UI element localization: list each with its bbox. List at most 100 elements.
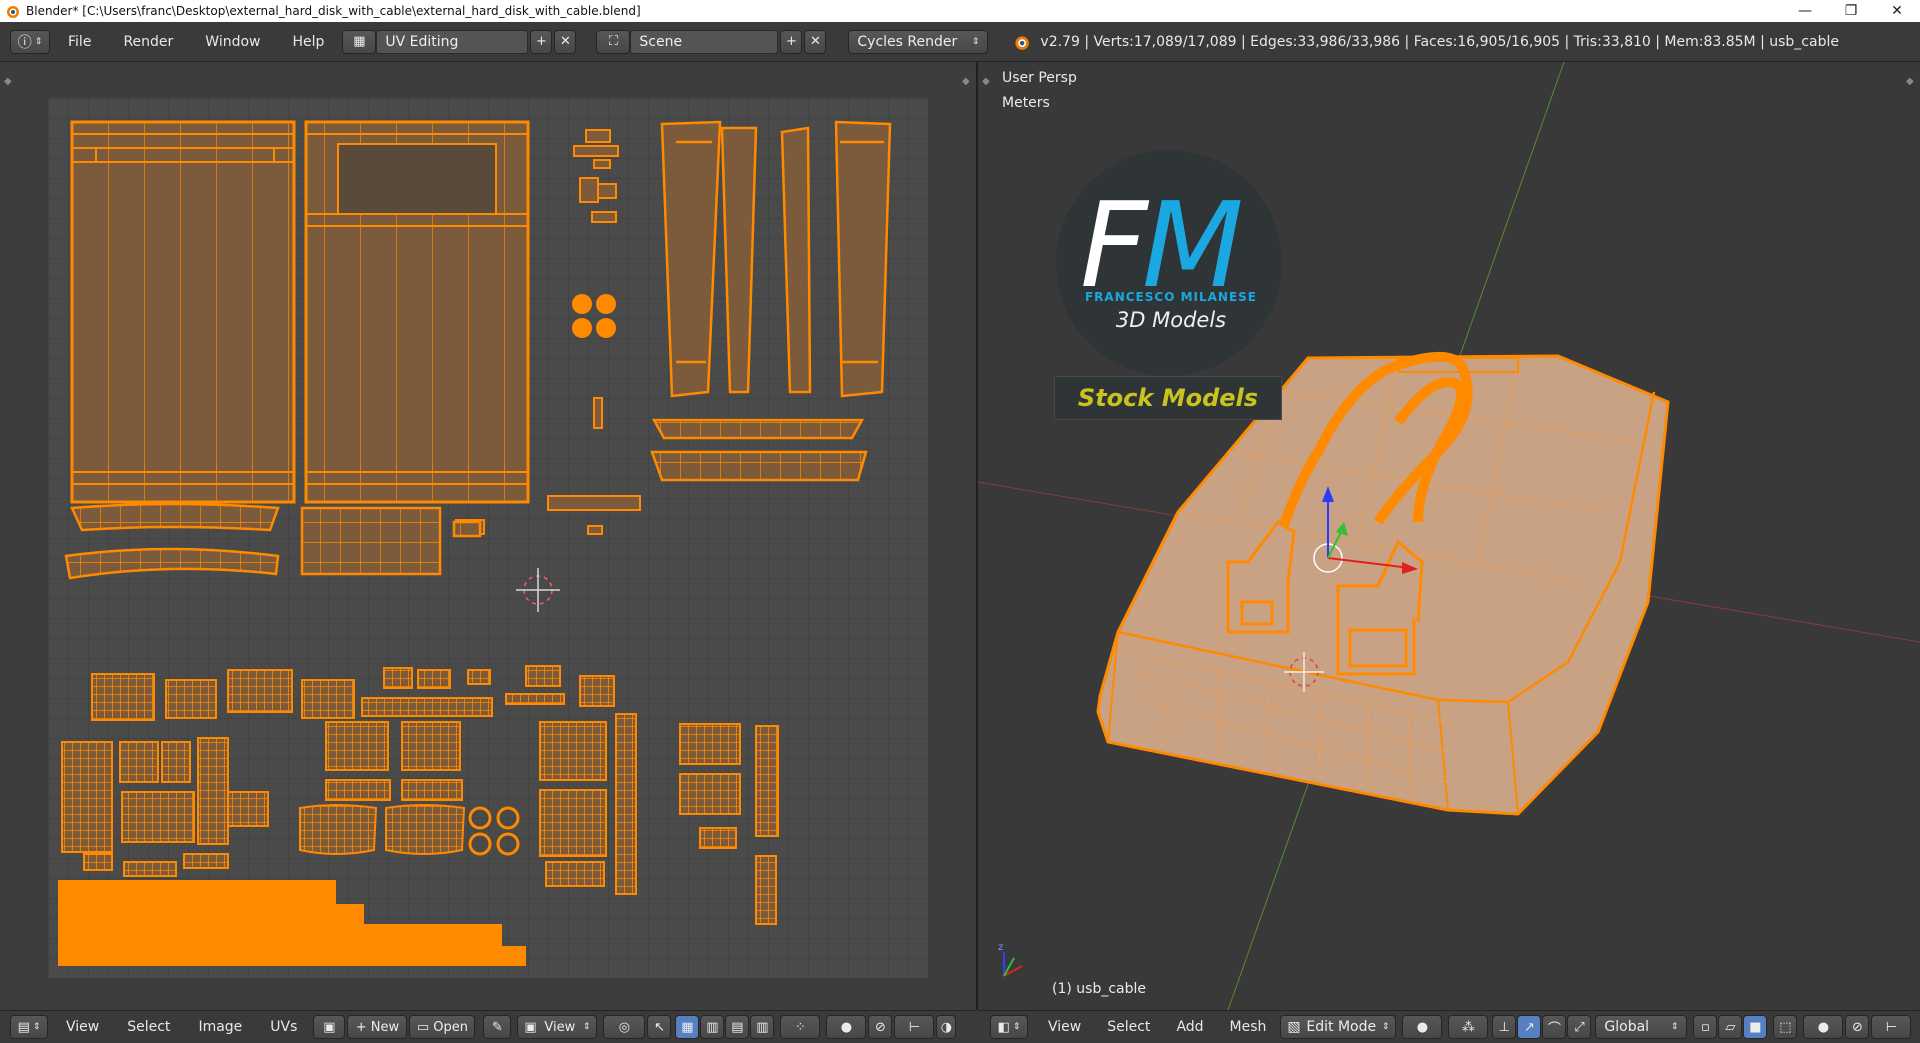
snap-target-dropdown[interactable]: ⊢ <box>1871 1015 1912 1039</box>
mode-label: Edit Mode <box>1306 1019 1377 1035</box>
vertex-select-mode[interactable]: ▫ <box>1693 1015 1718 1039</box>
restore-button[interactable]: ❐ <box>1828 0 1874 22</box>
3d-menu-view[interactable]: View <box>1048 1019 1081 1035</box>
magnet-icon: ⊘ <box>874 1019 886 1035</box>
uv-2d-cursor[interactable] <box>516 568 560 612</box>
render-engine-label: Cycles Render <box>857 33 958 50</box>
sync-selection-toggle[interactable]: ↖ <box>647 1015 672 1039</box>
cube-icon: ◧ <box>997 1019 1010 1035</box>
uv-island-bottom-panel <box>304 120 530 504</box>
window-titlebar: Blender* [C:\Users\franc\Desktop\externa… <box>0 0 1920 22</box>
snap-3d-toggle[interactable]: ⊘ <box>1845 1015 1870 1039</box>
rotate-manipulator-toggle[interactable]: ⌒ <box>1542 1015 1567 1039</box>
uv-menu-uvs[interactable]: UVs <box>270 1019 297 1035</box>
cursor-icon: ↖ <box>653 1019 665 1035</box>
render-engine-dropdown[interactable]: Cycles Render ⇕ <box>848 29 989 54</box>
menu-help[interactable]: Help <box>292 34 324 50</box>
delete-screen-button[interactable]: ✕ <box>554 29 577 54</box>
menu-render[interactable]: Render <box>123 34 173 50</box>
sticky-mode-dropdown[interactable]: ⁘ <box>780 1015 821 1039</box>
edge-select-mode[interactable]: ▱ <box>1718 1015 1743 1039</box>
pin-icon: ✎ <box>491 1019 503 1035</box>
layer-icon: ◑ <box>940 1019 953 1035</box>
editor-type-uv-button[interactable]: ▤ ⇕ <box>10 1015 48 1039</box>
area-corner-icon[interactable]: ◆ <box>1906 76 1914 87</box>
layout-grid-icon: ▦ <box>353 34 366 49</box>
uv-island-curved-trims <box>64 502 482 580</box>
snap-element-dropdown[interactable]: ⊢ <box>894 1015 935 1039</box>
transform-orientation-dropdown[interactable]: Global ⇕ <box>1595 1015 1688 1039</box>
uv-island-cable-strip <box>58 880 526 966</box>
scene-selector[interactable]: ⛶ <box>596 29 631 54</box>
minimize-button[interactable]: — <box>1782 0 1828 22</box>
scene-statistics: v2.79 | Verts:17,089/17,089 | Edges:33,9… <box>1040 33 1839 50</box>
uv-menu-select[interactable]: Select <box>127 1019 170 1035</box>
new-image-label: New <box>370 1019 400 1035</box>
svg-text:z: z <box>998 942 1003 953</box>
area-corner-icon[interactable]: ◆ <box>4 76 12 87</box>
3d-menu-mesh[interactable]: Mesh <box>1230 1019 1267 1035</box>
pin-image-button[interactable]: ✎ <box>483 1015 512 1039</box>
manipulator-toggle[interactable]: ⊥ <box>1492 1015 1517 1039</box>
chevron-updown-icon: ⇕ <box>971 36 980 47</box>
view-mode-label: View <box>544 1019 576 1035</box>
area-corner-icon[interactable]: ◆ <box>962 76 970 87</box>
editor-type-3d-button[interactable]: ◧ ⇕ <box>990 1015 1028 1039</box>
3d-menu-select[interactable]: Select <box>1107 1019 1150 1035</box>
island-select-icon: ▥ <box>756 1019 769 1035</box>
limit-selection-toggle[interactable]: ⬚ <box>1773 1015 1798 1039</box>
snap-icon: ⊢ <box>1885 1019 1898 1035</box>
menu-file[interactable]: File <box>68 34 91 50</box>
uv-menu-view[interactable]: View <box>66 1019 99 1035</box>
open-image-button[interactable]: ▭ Open <box>409 1015 476 1039</box>
pivot-point-dropdown[interactable]: ⁂ <box>1448 1015 1489 1039</box>
uv-menu-image[interactable]: Image <box>198 1019 242 1035</box>
manipulator-icon: ⊥ <box>1498 1019 1511 1035</box>
info-icon: ⓘ <box>17 34 32 51</box>
magnet-icon: ⊘ <box>1851 1019 1863 1035</box>
uv-image-editor[interactable]: ◆ ◆ <box>0 62 976 1010</box>
close-icon: ✕ <box>559 34 571 49</box>
uv-view-mode-dropdown[interactable]: ▣ View ⇕ <box>517 1015 598 1039</box>
edge-select-toggle[interactable]: ▥ <box>700 1015 725 1039</box>
plus-icon: + <box>535 34 547 49</box>
scene-field[interactable]: Scene <box>630 29 779 54</box>
interaction-mode-dropdown[interactable]: ▧ Edit Mode ⇕ <box>1280 1015 1397 1039</box>
viewport-shading-dropdown[interactable]: ● <box>1402 1015 1443 1039</box>
watermark-author: FRANCESCO MILANESE <box>1084 290 1258 304</box>
edit-mode-icon: ▧ <box>1287 1019 1301 1035</box>
active-layer-button[interactable]: ◑ <box>936 1015 957 1039</box>
editor-type-info-button[interactable]: ⓘ ⇕ <box>10 29 50 54</box>
area-corner-icon[interactable]: ◆ <box>982 76 990 87</box>
close-button[interactable]: ✕ <box>1874 0 1920 22</box>
snap-toggle[interactable]: ⊘ <box>868 1015 893 1039</box>
face-select-icon: ▤ <box>731 1019 744 1035</box>
info-header: ⓘ ⇕ File Render Window Help ▦ UV Editing … <box>0 22 1920 62</box>
window-title: Blender* [C:\Users\franc\Desktop\externa… <box>26 4 641 18</box>
proportional-edit-dropdown[interactable]: ● <box>826 1015 867 1039</box>
watermark-banner: Stock Models <box>1054 376 1282 420</box>
arrow-icon: ↗ <box>1523 1019 1535 1035</box>
delete-scene-button[interactable]: ✕ <box>804 29 827 54</box>
menu-window[interactable]: Window <box>205 34 260 50</box>
add-scene-button[interactable]: + <box>780 29 803 54</box>
face-select-mode[interactable]: ■ <box>1743 1015 1768 1039</box>
island-select-toggle[interactable]: ▥ <box>750 1015 775 1039</box>
proportional-edit-3d[interactable]: ● <box>1803 1015 1844 1039</box>
screen-layout-field[interactable]: UV Editing <box>376 29 529 54</box>
vertex-select-toggle[interactable]: ▦ <box>675 1015 700 1039</box>
translate-manipulator-toggle[interactable]: ↗ <box>1517 1015 1542 1039</box>
new-image-button[interactable]: + New <box>347 1015 408 1039</box>
chevron-updown-icon: ⇕ <box>582 1022 591 1032</box>
3d-view-header: ◧ ⇕ View Select Add Mesh ▧ Edit Mode ⇕ ● ⁂ … <box>978 1010 1920 1043</box>
screen-layout-selector[interactable]: ▦ <box>342 29 377 54</box>
face-select-toggle[interactable]: ▤ <box>725 1015 750 1039</box>
image-browse-button[interactable]: ▣ <box>313 1015 346 1039</box>
add-screen-button[interactable]: + <box>530 29 553 54</box>
3d-menu-add[interactable]: Add <box>1176 1019 1203 1035</box>
uv-island-horizontal-trims <box>650 418 868 482</box>
scale-manipulator-toggle[interactable]: ⤢ <box>1567 1015 1592 1039</box>
folder-icon: ▭ <box>416 1019 430 1035</box>
pivot-dropdown[interactable]: ◎ <box>603 1015 646 1039</box>
uv-island-dots <box>572 294 616 338</box>
